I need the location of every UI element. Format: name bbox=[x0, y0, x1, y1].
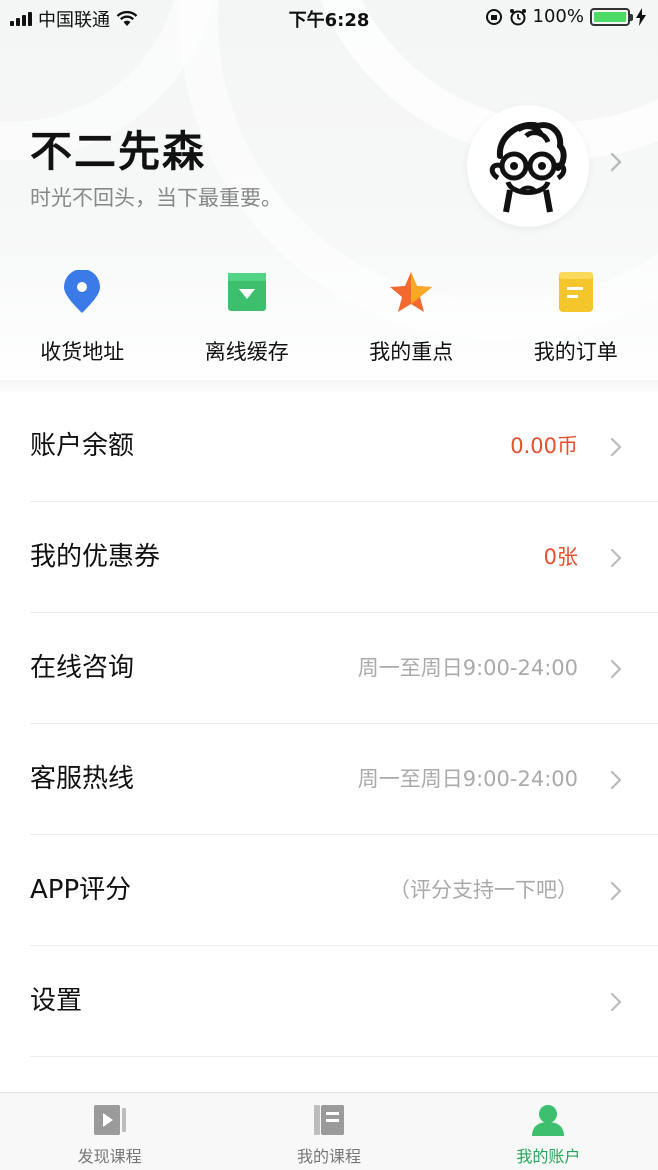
tab-label: 我的课程 bbox=[296, 1147, 361, 1166]
list-item-settings[interactable]: 设置 bbox=[0, 946, 658, 1057]
list-item-hotline[interactable]: 客服热线 周一至周日9:00-24:00 bbox=[0, 724, 658, 835]
battery-percent: 100% bbox=[532, 6, 584, 27]
shortcut-orders[interactable]: 我的订单 bbox=[494, 262, 658, 390]
list-item-value: 0.00币 bbox=[510, 434, 578, 458]
battery-icon bbox=[590, 7, 633, 26]
tab-bar: 发现课程 我的课程 我的账户 bbox=[0, 1092, 658, 1170]
shortcut-label: 我的订单 bbox=[533, 340, 618, 364]
list-item-title: 客服热线 bbox=[30, 764, 135, 794]
list-item-title: 在线咨询 bbox=[30, 653, 135, 683]
tab-my-courses[interactable]: 我的课程 bbox=[219, 1093, 438, 1170]
list-item-app-rating[interactable]: APP评分 （评分支持一下吧） bbox=[0, 835, 658, 946]
shortcut-label: 收货地址 bbox=[40, 340, 125, 364]
list-item-value: （评分支持一下吧） bbox=[389, 878, 578, 902]
avatar[interactable] bbox=[467, 105, 589, 227]
profile-chevron-icon[interactable] bbox=[610, 152, 622, 172]
list-item-title: APP评分 bbox=[30, 875, 132, 905]
profile-bio: 时光不回头，当下最重要。 bbox=[30, 186, 282, 210]
list-item-value: 0张 bbox=[543, 545, 578, 569]
shortcut-address[interactable]: 收货地址 bbox=[0, 262, 165, 390]
download-icon bbox=[225, 270, 269, 314]
list-item-title: 我的优惠券 bbox=[30, 542, 161, 572]
list-item-value: 周一至周日9:00-24:00 bbox=[357, 656, 578, 680]
list-item-title: 账户余额 bbox=[30, 431, 135, 461]
shortcut-offline-cache[interactable]: 离线缓存 bbox=[165, 262, 330, 390]
book-icon bbox=[311, 1103, 347, 1137]
charging-icon bbox=[636, 7, 646, 26]
tab-label: 我的账户 bbox=[516, 1147, 581, 1166]
shortcut-label: 我的重点 bbox=[369, 340, 454, 364]
orientation-lock-icon bbox=[485, 8, 502, 25]
list-item-value: 周一至周日9:00-24:00 bbox=[357, 767, 578, 791]
divider bbox=[30, 1056, 658, 1057]
chevron-right-icon bbox=[610, 437, 622, 457]
chevron-right-icon bbox=[610, 659, 622, 679]
profile-name[interactable]: 不二先森 bbox=[30, 118, 206, 179]
chevron-right-icon bbox=[610, 881, 622, 901]
tab-label: 发现课程 bbox=[77, 1147, 142, 1166]
tab-discover[interactable]: 发现课程 bbox=[0, 1093, 219, 1170]
shortcut-label: 离线缓存 bbox=[204, 340, 289, 364]
chevron-right-icon bbox=[610, 548, 622, 568]
list-item-coupons[interactable]: 我的优惠券 0张 bbox=[0, 502, 658, 613]
shortcut-grid: 收货地址 离线缓存 我的重点 我的订单 bbox=[0, 262, 658, 390]
chevron-right-icon bbox=[610, 992, 622, 1012]
alarm-icon bbox=[509, 8, 526, 25]
status-right: 100% bbox=[485, 6, 646, 27]
play-video-icon bbox=[92, 1103, 128, 1137]
list-item-title: 设置 bbox=[30, 986, 83, 1016]
user-icon bbox=[530, 1103, 566, 1137]
list-item-balance[interactable]: 账户余额 0.00币 bbox=[0, 391, 658, 502]
shortcut-highlights[interactable]: 我的重点 bbox=[329, 262, 494, 390]
tab-my-account[interactable]: 我的账户 bbox=[439, 1093, 658, 1170]
chevron-right-icon bbox=[610, 770, 622, 790]
status-bar: 中国联通 下午6:28 100% bbox=[0, 0, 658, 34]
order-icon bbox=[554, 270, 598, 314]
location-pin-icon bbox=[60, 270, 104, 314]
list-item-online-consult[interactable]: 在线咨询 周一至周日9:00-24:00 bbox=[0, 613, 658, 724]
star-icon bbox=[389, 270, 433, 314]
settings-list: 账户余额 0.00币 我的优惠券 0张 在线咨询 周一至周日9:00-24:00… bbox=[0, 391, 658, 1057]
avatar-illustration-icon bbox=[489, 121, 567, 213]
